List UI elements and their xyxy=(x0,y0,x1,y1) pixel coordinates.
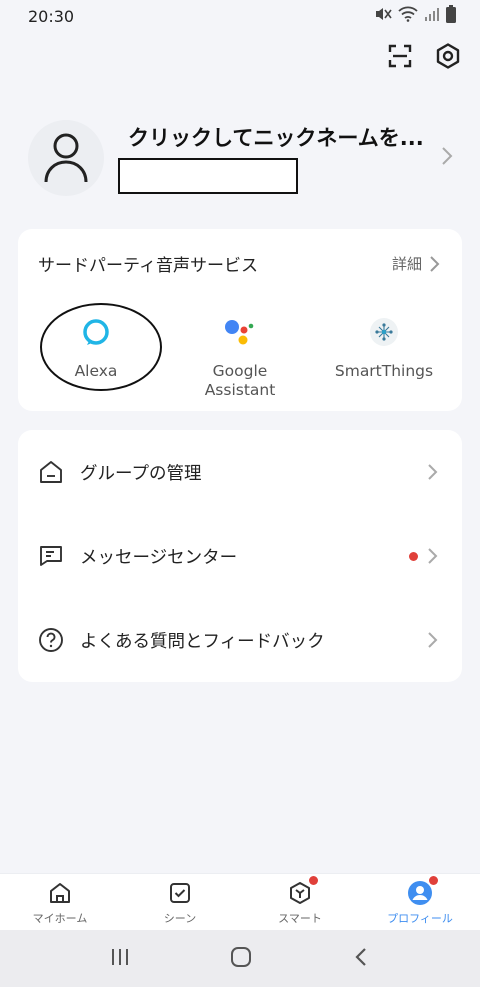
chevron-right-icon xyxy=(428,632,438,648)
scene-icon xyxy=(166,879,194,907)
wifi-icon xyxy=(398,6,418,26)
service-label: SmartThings xyxy=(334,362,434,380)
nav-item-my-home[interactable]: マイホーム xyxy=(0,879,120,926)
message-icon xyxy=(38,543,64,569)
bottom-nav: マイホーム シーン スマート プロフィール xyxy=(0,873,480,930)
nickname-label[interactable]: クリックしてニックネームを... xyxy=(128,122,440,152)
menu-item-group-management[interactable]: グループの管理 xyxy=(18,430,462,514)
service-smartthings[interactable]: SmartThings xyxy=(314,314,454,400)
voice-services-header: サードパーティ音声サービス 詳細 xyxy=(18,229,462,276)
nav-item-scene[interactable]: シーン xyxy=(120,879,240,926)
nav-item-smart[interactable]: スマート xyxy=(240,875,360,926)
menu-label: よくある質問とフィードバック xyxy=(80,631,325,652)
menu-card: グループの管理 メッセージセンター よくある質問とフィードバック xyxy=(18,430,462,682)
menu-label: グループの管理 xyxy=(80,463,202,484)
scan-icon[interactable] xyxy=(386,42,414,70)
back-icon[interactable] xyxy=(351,946,371,972)
chevron-right-icon xyxy=(430,255,440,272)
user-icon xyxy=(44,133,88,183)
status-bar: 20:30 xyxy=(0,0,480,32)
smartthings-icon xyxy=(366,314,402,350)
service-alexa[interactable]: Alexa xyxy=(26,314,166,400)
menu-label: メッセージセンター xyxy=(80,547,238,568)
chevron-right-icon[interactable] xyxy=(440,145,454,171)
notification-badge xyxy=(429,875,438,885)
nav-label: スマート xyxy=(278,911,322,925)
system-nav-bar xyxy=(0,930,480,987)
service-google-assistant[interactable]: Google Assistant xyxy=(170,314,310,400)
status-time: 20:30 xyxy=(28,6,75,26)
google-assistant-icon xyxy=(222,314,258,350)
home-button-icon[interactable] xyxy=(229,945,253,973)
chevron-right-icon xyxy=(428,464,438,480)
voice-services-list: Alexa Google Assistant SmartThings xyxy=(18,314,462,400)
status-icons xyxy=(374,5,456,27)
redacted-account-box xyxy=(118,158,298,194)
settings-icon[interactable] xyxy=(434,42,462,70)
menu-item-faq-feedback[interactable]: よくある質問とフィードバック xyxy=(18,598,462,682)
smart-icon xyxy=(286,875,318,907)
menu-item-message-center[interactable]: メッセージセンター xyxy=(18,514,462,598)
voice-services-title: サードパーティ音声サービス xyxy=(38,256,258,276)
home-icon xyxy=(46,879,74,907)
top-actions xyxy=(386,42,462,70)
nav-item-profile[interactable]: プロフィール xyxy=(360,875,480,926)
voice-services-detail-link[interactable]: 詳細 xyxy=(392,253,440,274)
service-label: Alexa xyxy=(74,362,118,380)
profile-text: クリックしてニックネームを... xyxy=(118,122,440,194)
alexa-icon xyxy=(78,314,114,350)
detail-label: 詳細 xyxy=(391,255,422,273)
battery-icon xyxy=(446,5,456,27)
screen: 20:30 クリックしてニックネームを... サードパーティ音声サービス 詳細 … xyxy=(0,0,480,987)
nav-label: マイホーム xyxy=(32,911,88,925)
unread-badge xyxy=(409,551,418,561)
chevron-right-icon xyxy=(428,548,438,564)
service-label: Google Assistant xyxy=(204,362,276,399)
nav-label: シーン xyxy=(163,911,197,925)
mute-icon xyxy=(374,6,392,26)
help-icon xyxy=(38,627,64,653)
notification-badge xyxy=(309,875,318,885)
profile-icon xyxy=(406,875,438,907)
avatar[interactable] xyxy=(28,120,104,196)
voice-services-card: サードパーティ音声サービス 詳細 Alexa Google Assistant … xyxy=(18,229,462,411)
signal-icon xyxy=(424,6,440,26)
recent-apps-icon[interactable] xyxy=(109,946,131,972)
profile-section[interactable]: クリックしてニックネームを... xyxy=(28,118,460,198)
home-icon xyxy=(38,459,64,485)
nav-label: プロフィール xyxy=(387,911,453,925)
